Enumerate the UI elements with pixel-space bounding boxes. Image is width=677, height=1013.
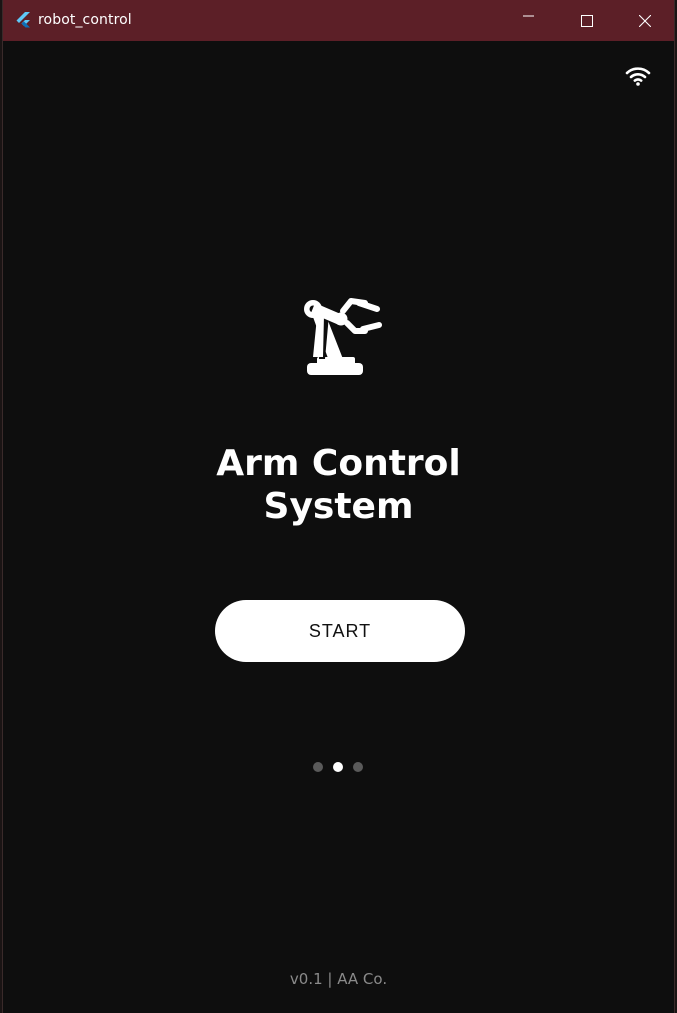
page-indicator — [313, 762, 373, 774]
start-button[interactable]: START — [215, 600, 465, 662]
app-title: Arm Control System — [3, 442, 674, 528]
minimize-icon — [523, 15, 534, 16]
flutter-app-icon — [16, 12, 30, 28]
title-bar[interactable]: robot_control — [3, 0, 674, 41]
app-title-line1: Arm Control — [216, 443, 461, 484]
page-dot-active[interactable] — [333, 762, 343, 772]
main-content: Arm Control System START v0.1 | AA Co. — [3, 41, 674, 1013]
app-window: robot_control Arm Control System START v… — [2, 0, 675, 1013]
robot-arm-icon — [304, 298, 382, 375]
page-dot[interactable] — [353, 762, 363, 772]
page-dot[interactable] — [313, 762, 323, 772]
version-footer: v0.1 | AA Co. — [289, 970, 388, 988]
maximize-button[interactable] — [558, 0, 616, 41]
close-icon — [639, 14, 651, 27]
maximize-icon — [581, 14, 593, 27]
close-button[interactable] — [616, 0, 674, 41]
wifi-icon — [625, 67, 651, 86]
app-title-line2: System — [263, 486, 414, 527]
minimize-button[interactable] — [500, 0, 558, 41]
window-title: robot_control — [38, 12, 132, 28]
